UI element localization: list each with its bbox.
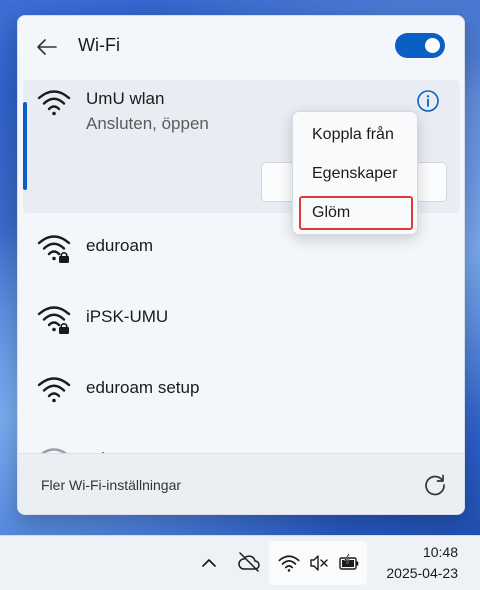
network-name: eduroam: [86, 236, 154, 255]
info-icon[interactable]: [416, 89, 440, 113]
system-tray-group[interactable]: [269, 541, 367, 585]
chevron-up-icon[interactable]: [201, 555, 217, 571]
menu-item-label: Koppla från: [312, 126, 394, 143]
lock-icon: [59, 322, 69, 334]
wifi-signal-icon: [40, 448, 68, 453]
network-context-menu: Koppla från Egenskaper Glöm: [292, 111, 418, 235]
toggle-knob: [425, 38, 440, 53]
wifi-signal-icon: [37, 90, 71, 116]
network-name: eduroam setup: [86, 378, 200, 397]
battery-charging-icon: [339, 553, 359, 570]
refresh-icon[interactable]: [422, 472, 448, 498]
lock-icon: [59, 251, 69, 263]
network-item[interactable]: eduroam setup: [23, 356, 460, 422]
flyout-footer: Fler Wi-Fi-inställningar: [18, 453, 464, 514]
more-wifi-settings-link[interactable]: Fler Wi-Fi-inställningar: [41, 477, 181, 493]
selection-indicator: [23, 102, 27, 190]
menu-item-label: Glöm: [312, 204, 351, 221]
menu-item-forget[interactable]: Glöm: [299, 196, 413, 230]
wifi-flyout: Wi-Fi UmU wlan Ansluten, öppen eduroam i…: [17, 15, 465, 515]
wifi-toggle[interactable]: [395, 33, 445, 58]
menu-item-label: Egenskaper: [312, 165, 398, 182]
flyout-header: Wi-Fi: [18, 16, 464, 78]
network-item[interactable]: iPSK-UMU: [23, 285, 460, 351]
wifi-icon: [278, 555, 300, 572]
back-arrow-icon[interactable]: [36, 36, 58, 58]
network-status: Ansluten, öppen: [86, 114, 209, 133]
network-name: iPSK-UMU: [86, 307, 169, 326]
wifi-signal-icon: [37, 377, 71, 403]
page-title: Wi-Fi: [78, 35, 120, 55]
menu-item-properties[interactable]: Egenskaper: [299, 157, 413, 191]
network-item[interactable]: eduroam: [23, 427, 460, 453]
taskbar-clock-date[interactable]: 2025-04-23: [370, 565, 475, 581]
cloud-off-icon[interactable]: [237, 551, 261, 573]
taskbar: 10:48 2025-04-23: [0, 535, 480, 590]
taskbar-clock-time[interactable]: 10:48: [405, 544, 475, 560]
menu-item-disconnect[interactable]: Koppla från: [299, 118, 413, 152]
network-name: UmU wlan: [86, 89, 165, 108]
volume-muted-icon: [310, 555, 328, 571]
